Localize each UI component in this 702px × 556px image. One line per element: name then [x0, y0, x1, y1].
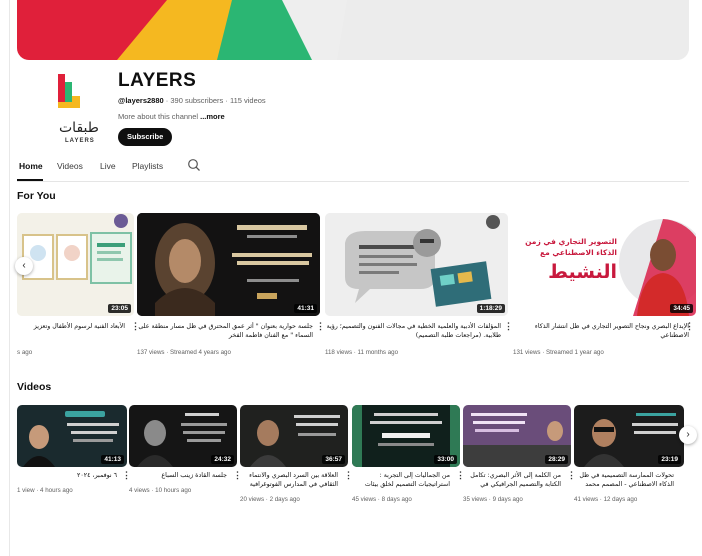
video-title[interactable]: تحولات الممارسة التصميمية في ظل الذكاء ا… — [574, 471, 674, 489]
channel-page: طبقات LAYERS LAYERS @layers2880 · 390 su… — [10, 0, 697, 556]
thumbnail-art — [325, 213, 508, 316]
video-meta: 45 views · 8 days ago — [352, 496, 412, 503]
video-meta: 131 views · Streamed 1 year ago — [513, 349, 604, 356]
banner-graphic — [17, 0, 689, 60]
active-tab-indicator — [17, 179, 43, 181]
video-title[interactable]: جلسة القادة زينب السباع — [129, 471, 227, 480]
video-thumbnail[interactable]: 24:32 — [129, 405, 237, 467]
channel-tabs: Home Videos Live Playlists — [17, 156, 689, 182]
for-you-heading: For You — [17, 190, 56, 202]
video-title[interactable]: العلاقة بين السرد البصري والانتماء الثقا… — [240, 471, 338, 489]
thumbnail-art — [17, 213, 134, 316]
video-duration: 24:32 — [211, 455, 234, 464]
video-thumbnail[interactable]: التصوير التجاري في زمن الذكاء الاصطناعي … — [513, 213, 696, 316]
video-meta: 35 views · 9 days ago — [463, 496, 523, 503]
channel-banner — [17, 0, 689, 60]
video-meta: 20 views · 2 days ago — [240, 496, 300, 503]
video-thumbnail[interactable]: 41:31 — [137, 213, 320, 316]
tab-home[interactable]: Home — [19, 161, 43, 171]
more-vert-icon[interactable]: ⋮ — [316, 322, 325, 331]
video-duration: 28:29 — [545, 455, 568, 464]
videos-shelf: 41:13 ٦ نوفمبر، ٢٠٢٤ 1 view · 4 hours ag… — [17, 405, 697, 505]
video-thumbnail[interactable]: 1:18:29 — [325, 213, 508, 316]
video-thumbnail[interactable]: 33:00 — [352, 405, 460, 467]
video-title[interactable]: من الكلمة إلى الأثر البصري: تكامل الكتاب… — [463, 471, 561, 489]
video-title[interactable]: ٦ نوفمبر، ٢٠٢٤ — [17, 471, 117, 480]
page-left-edge — [0, 0, 10, 556]
thumb-line-1: التصوير التجاري في زمن — [525, 237, 617, 246]
video-meta: s ago — [17, 349, 33, 356]
video-meta: 41 views · 12 days ago — [574, 496, 638, 503]
tab-live[interactable]: Live — [100, 161, 116, 171]
video-meta: 1 view · 4 hours ago — [17, 487, 73, 494]
video-duration: 41:13 — [101, 455, 124, 464]
video-thumbnail[interactable]: 23:19 — [574, 405, 684, 467]
channel-logo[interactable]: طبقات LAYERS — [35, 70, 99, 150]
video-meta: 4 views · 10 hours ago — [129, 487, 192, 494]
video-duration: 33:00 — [434, 455, 457, 464]
video-title[interactable]: الإبداع البصري ونجاح التصوير التجاري في … — [513, 322, 689, 340]
channel-handle: @layers2880 — [118, 96, 164, 105]
logo-latin-text: LAYERS — [65, 138, 95, 144]
logo-arabic-text: طبقات — [59, 120, 99, 136]
video-title[interactable]: من الجماليات إلى التجربة : استراتيجيات ا… — [352, 471, 450, 489]
video-duration: 23:05 — [108, 304, 131, 313]
video-title[interactable]: الأبعاد الفنية لرسوم الأطفال وتعزيز الهو… — [17, 322, 125, 331]
thumb-line-2: الذكاء الاصطناعي مع — [539, 248, 617, 257]
video-title[interactable]: المؤلفات الأدبية والعلمية الخطية في مجال… — [325, 322, 501, 340]
channel-meta: @layers2880 · 390 subscribers · 115 vide… — [118, 96, 266, 105]
search-icon[interactable] — [187, 158, 201, 172]
about-text: More about this channel — [118, 112, 201, 121]
video-meta: 118 views · 11 months ago — [325, 349, 399, 356]
video-thumbnail[interactable]: 36:57 — [240, 405, 348, 467]
layers-logo-icon — [58, 74, 80, 108]
thumbnail-art — [137, 213, 320, 316]
video-thumbnail[interactable]: 23:05 — [17, 213, 134, 316]
video-meta: 137 views · Streamed 4 years ago — [137, 349, 231, 356]
video-duration: 41:31 — [294, 304, 317, 313]
video-duration: 34:45 — [670, 304, 693, 313]
subscribe-button[interactable]: Subscribe — [118, 128, 173, 146]
channel-header: طبقات LAYERS LAYERS @layers2880 · 390 su… — [17, 70, 689, 154]
chevron-right-icon[interactable]: › — [679, 426, 697, 444]
channel-name: LAYERS — [118, 70, 197, 91]
about-more-link[interactable]: ...more — [200, 112, 225, 121]
video-duration: 23:19 — [658, 455, 681, 464]
video-thumbnail[interactable]: 41:13 — [17, 405, 127, 467]
video-duration: 36:57 — [322, 455, 345, 464]
channel-about[interactable]: More about this channel ...more — [118, 112, 225, 121]
video-thumbnail[interactable]: 28:29 — [463, 405, 571, 467]
thumb-big-text: النشيط — [548, 261, 617, 283]
video-duration: 1:18:29 — [476, 304, 505, 313]
for-you-shelf: 23:05 الأبعاد الفنية لرسوم الأطفال وتعزي… — [15, 213, 696, 363]
tab-videos[interactable]: Videos — [57, 161, 83, 171]
more-vert-icon[interactable]: ⋮ — [685, 322, 694, 331]
channel-stats: · 390 subscribers · 115 videos — [163, 96, 266, 105]
videos-heading: Videos — [17, 381, 52, 393]
video-title[interactable]: جلسة حوارية بعنوان " أثر عمق المحترق في … — [137, 322, 313, 340]
chevron-left-icon[interactable]: ‹ — [15, 257, 33, 275]
tab-playlists[interactable]: Playlists — [132, 161, 163, 171]
more-vert-icon[interactable]: ⋮ — [504, 322, 513, 331]
